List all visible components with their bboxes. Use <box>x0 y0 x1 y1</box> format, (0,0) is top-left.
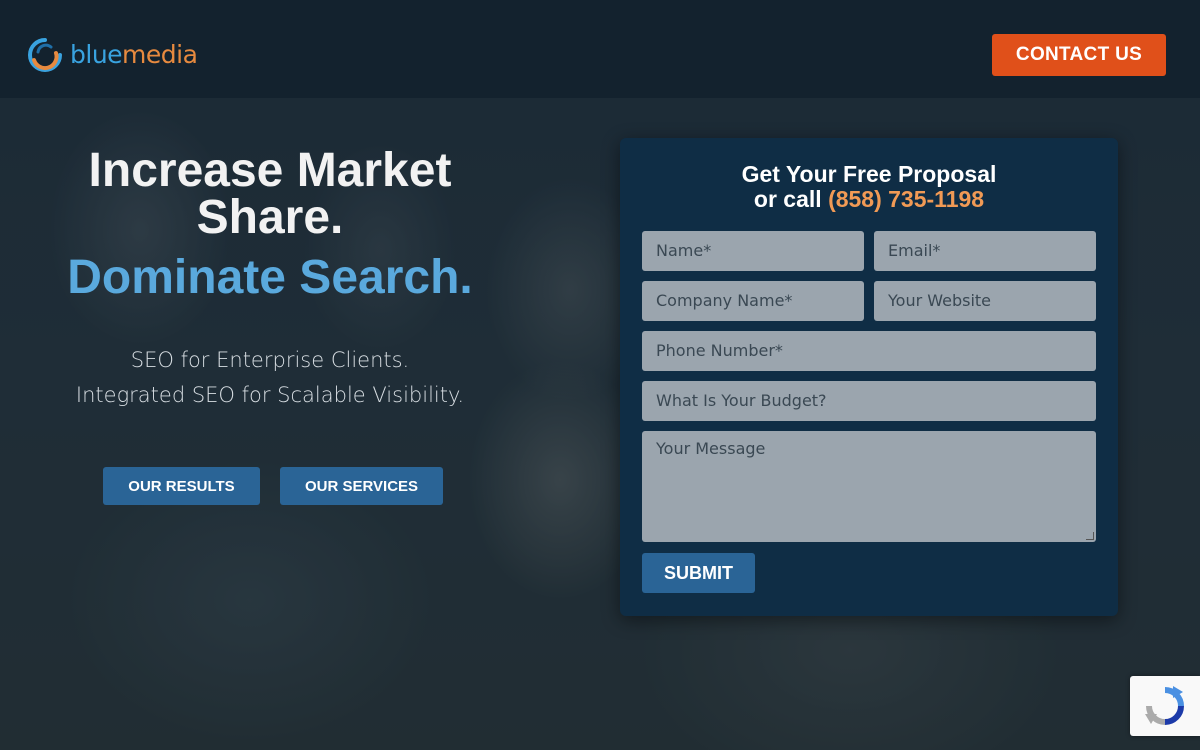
site-header: bluemedia CONTACT US <box>0 0 1200 98</box>
hero-headline: Increase Market Share. <box>40 144 500 244</box>
logo-text-blue: blue <box>70 40 123 69</box>
recaptcha-badge[interactable] <box>1130 676 1200 736</box>
message-textarea[interactable]: Your Message <box>642 431 1096 542</box>
logo[interactable]: bluemedia <box>26 36 198 74</box>
phone-number-link[interactable]: (858) 735-1198 <box>828 186 984 212</box>
logo-text-media: media <box>122 40 198 69</box>
hero-headline-accent: Dominate Search. <box>67 251 473 304</box>
proposal-form: Get Your Free Proposal or call (858) 735… <box>620 138 1118 616</box>
hero-subtitle-line2: Integrated SEO for Scalable Visibility. <box>75 383 465 407</box>
form-title-line1: Get Your Free Proposal <box>741 161 997 187</box>
our-results-button[interactable]: OUR RESULTS <box>103 467 260 505</box>
recaptcha-icon <box>1145 686 1184 725</box>
form-title: Get Your Free Proposal or call (858) 735… <box>620 162 1118 212</box>
contact-us-button[interactable]: CONTACT US <box>992 34 1166 76</box>
hero-headline-line2: Share. <box>196 191 344 244</box>
name-field[interactable]: Name* <box>642 231 864 271</box>
form-title-line2: or call (858) 735-1198 <box>620 187 1118 212</box>
form-call-label: or call <box>753 186 829 212</box>
resize-handle-icon[interactable] <box>1086 532 1094 540</box>
hero-subtitle-line1: SEO for Enterprise Clients. <box>130 348 410 372</box>
email-field[interactable]: Email* <box>874 231 1096 271</box>
website-field[interactable]: Your Website <box>874 281 1096 321</box>
our-services-button[interactable]: OUR SERVICES <box>280 467 443 505</box>
submit-button[interactable]: SUBMIT <box>642 553 755 593</box>
phone-number-field[interactable]: Phone Number* <box>642 331 1096 371</box>
bluemedia-swirl-logo-icon <box>28 38 62 72</box>
company-name-field[interactable]: Company Name* <box>642 281 864 321</box>
logo-wordmark: bluemedia <box>70 36 198 74</box>
budget-field[interactable]: What Is Your Budget? <box>642 381 1096 421</box>
hero-headline-line1: Increase Market <box>88 144 452 197</box>
message-placeholder: Your Message <box>656 439 766 458</box>
